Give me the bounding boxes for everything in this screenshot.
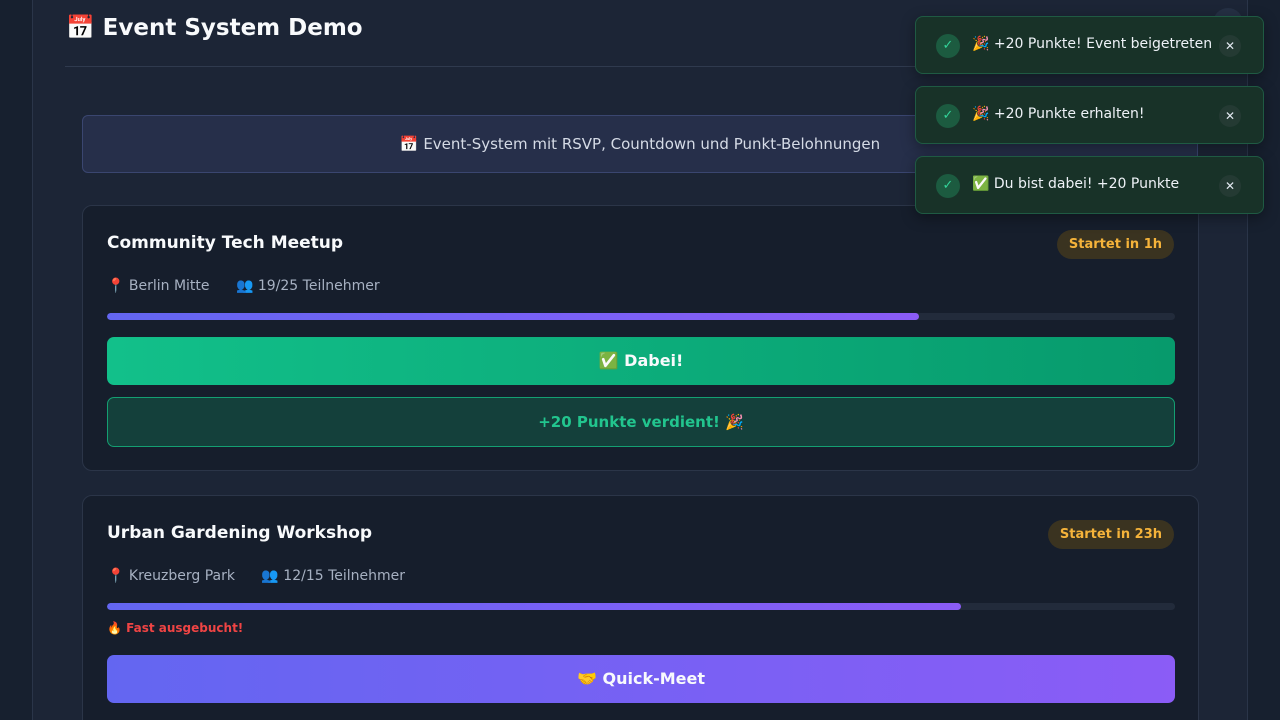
capacity-progress-fill bbox=[107, 313, 919, 320]
toast-notification: ✓ 🎉 +20 Punkte! Event beigetreten ✕ bbox=[915, 16, 1264, 74]
toast-message: 🎉 +20 Punkte! Event beigetreten bbox=[972, 36, 1213, 52]
check-icon: ✓ bbox=[936, 104, 960, 128]
rsvp-button[interactable]: ✅ Dabei! bbox=[107, 337, 1175, 385]
toast-message: 🎉 +20 Punkte erhalten! bbox=[972, 106, 1145, 122]
event-location: 📍 Berlin Mitte bbox=[107, 278, 210, 294]
quick-meet-button[interactable]: 🤝 Quick-Meet bbox=[107, 655, 1175, 703]
toast-message: ✅ Du bist dabei! +20 Punkte bbox=[972, 176, 1180, 192]
capacity-progress-bar bbox=[107, 313, 1175, 320]
event-title: Urban Gardening Workshop bbox=[107, 523, 373, 543]
event-location: 📍 Kreuzberg Park bbox=[107, 568, 235, 584]
toast-notification: ✓ ✅ Du bist dabei! +20 Punkte ✕ bbox=[915, 156, 1264, 214]
event-card: Urban Gardening Workshop Startet in 23h … bbox=[82, 495, 1199, 720]
close-icon[interactable]: ✕ bbox=[1219, 175, 1241, 197]
event-participants: 👥 12/15 Teilnehmer bbox=[261, 568, 406, 584]
capacity-progress-fill bbox=[107, 603, 962, 610]
points-earned-box: +20 Punkte verdient! 🎉 bbox=[107, 397, 1175, 447]
event-meta: 📍 Berlin Mitte 👥 19/25 Teilnehmer bbox=[107, 278, 402, 294]
event-title: Community Tech Meetup bbox=[107, 233, 344, 253]
close-icon[interactable]: ✕ bbox=[1219, 35, 1241, 57]
check-icon: ✓ bbox=[936, 34, 960, 58]
event-participants: 👥 19/25 Teilnehmer bbox=[235, 278, 380, 294]
countdown-badge: Startet in 1h bbox=[1056, 230, 1174, 259]
check-icon: ✓ bbox=[936, 174, 960, 198]
capacity-progress-bar bbox=[107, 603, 1175, 610]
countdown-badge: Startet in 23h bbox=[1047, 520, 1174, 549]
toast-notification: ✓ 🎉 +20 Punkte erhalten! ✕ bbox=[915, 86, 1264, 144]
almost-full-warning: 🔥 Fast ausgebucht! bbox=[107, 621, 244, 635]
event-card: Community Tech Meetup Startet in 1h 📍 Be… bbox=[82, 205, 1199, 471]
close-icon[interactable]: ✕ bbox=[1219, 105, 1241, 127]
modal-title: 📅 Event System Demo bbox=[66, 15, 363, 41]
event-meta: 📍 Kreuzberg Park 👥 12/15 Teilnehmer bbox=[107, 568, 427, 584]
